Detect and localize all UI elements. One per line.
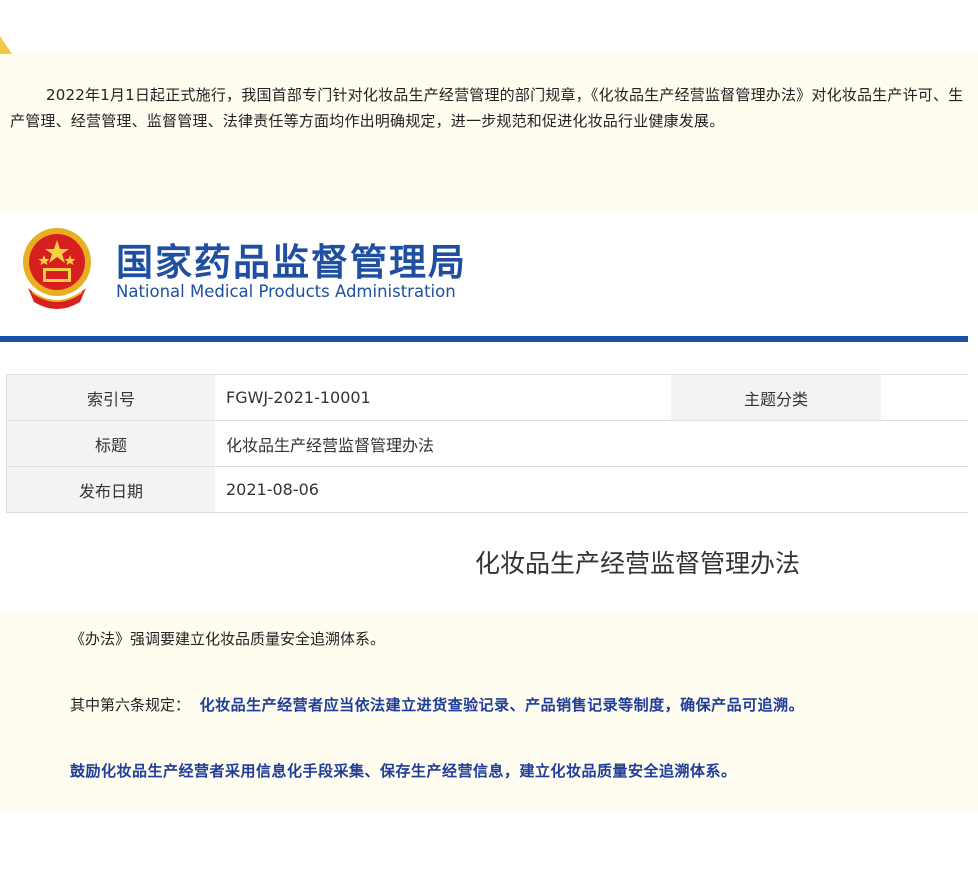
index-value: FGWJ-2021-10001 xyxy=(215,374,671,421)
document-title: 化妆品生产经营监督管理办法 xyxy=(475,549,801,578)
corner-marker xyxy=(0,36,12,54)
article-six-text: 化妆品生产经营者应当依法建立进货查验记录、产品销售记录等制度，确保产品可追溯。 xyxy=(199,696,805,714)
table-row: 发布日期 2021-08-06 xyxy=(6,466,968,513)
encouragement-text: 鼓励化妆品生产经营者采用信息化手段采集、保存生产经营信息，建立化妆品质量安全追溯… xyxy=(70,762,737,780)
agency-header: 国家药品监督管理局 National Medical Products Admi… xyxy=(0,214,978,342)
embedded-screenshot: 国家药品监督管理局 National Medical Products Admi… xyxy=(0,214,978,612)
title-value: 化妆品生产经营监督管理办法 xyxy=(215,420,968,467)
table-row: 标题 化妆品生产经营监督管理办法 xyxy=(6,420,968,467)
topic-value xyxy=(881,374,968,421)
title-label: 标题 xyxy=(6,420,215,467)
article-six-prefix: 其中第六条规定： xyxy=(70,696,191,714)
intro-paragraph: 2022年1月1日起正式施行，我国首部专门针对化妆品生产经营管理的部门规章，《化… xyxy=(10,86,964,130)
table-row: 索引号 FGWJ-2021-10001 主题分类 xyxy=(6,374,968,421)
national-emblem-icon xyxy=(23,228,91,309)
index-label: 索引号 xyxy=(6,374,215,421)
intro-panel xyxy=(0,54,978,214)
agency-name-en: National Medical Products Administration xyxy=(116,282,456,301)
header-divider xyxy=(0,336,968,342)
note-traceability: 《办法》强调要建立化妆品质量安全追溯体系。 xyxy=(70,630,386,648)
topic-label: 主题分类 xyxy=(671,374,881,421)
note-encouragement: 鼓励化妆品生产经营者采用信息化手段采集、保存生产经营信息，建立化妆品质量安全追溯… xyxy=(70,760,737,781)
document-meta-table: 索引号 FGWJ-2021-10001 主题分类 标题 化妆品生产经营监督管理办… xyxy=(6,374,968,513)
date-value: 2021-08-06 xyxy=(215,466,968,513)
date-label: 发布日期 xyxy=(6,466,215,513)
agency-name-cn: 国家药品监督管理局 xyxy=(116,241,467,284)
note-article-six: 其中第六条规定： 化妆品生产经营者应当依法建立进货查验记录、产品销售记录等制度，… xyxy=(70,694,804,715)
